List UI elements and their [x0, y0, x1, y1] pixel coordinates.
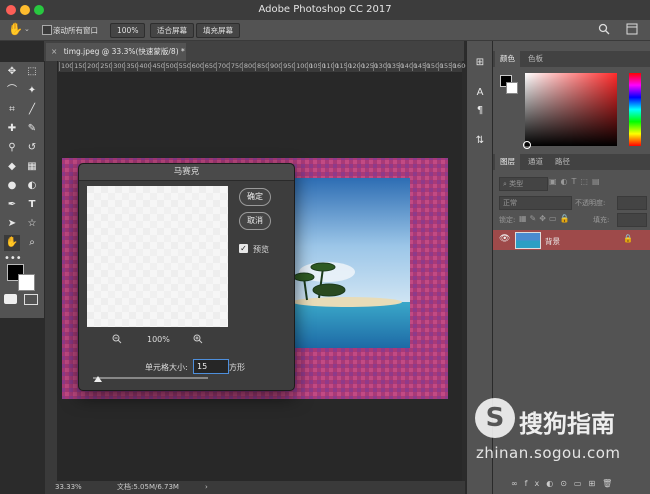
paragraph-panel-icon[interactable]: ¶ — [472, 103, 488, 119]
layers-panel-tabbar: 图层 通道 路径 — [493, 154, 650, 170]
eye-icon[interactable]: 👁 — [499, 234, 510, 244]
zoom-readout[interactable]: 33.33% — [55, 481, 82, 494]
color-picker-cursor[interactable] — [523, 141, 531, 149]
filter-preview[interactable] — [87, 186, 228, 327]
zoom-100-button[interactable]: 100% — [110, 23, 146, 38]
toolbox: ✥ ⬚ ⌒ ✦ ⌗ ╱ ✚ ✎ ⚲ ↺ ◆ ▦ ● ◐ ✒ T ➤ ☆ ✋ ⌕ … — [0, 62, 44, 318]
clone-stamp-tool-icon[interactable]: ⚲ — [4, 140, 20, 156]
close-tab-icon[interactable]: × — [51, 47, 57, 56]
zoom-tool-icon[interactable]: ⌕ — [24, 235, 40, 251]
cell-size-input[interactable]: 15 — [193, 359, 229, 374]
brush-tool-icon[interactable]: ✎ — [24, 121, 40, 137]
marquee-tool-icon[interactable]: ⬚ — [24, 64, 40, 80]
background-color-swatch[interactable] — [18, 274, 35, 291]
lock-icons[interactable]: ▦✎✥▭🔒 — [519, 214, 572, 223]
color-panel-tabbar: 颜色 色板 — [493, 51, 650, 67]
eyedropper-tool-icon[interactable]: ╱ — [24, 102, 40, 118]
zoom-out-icon[interactable] — [112, 334, 122, 346]
tab-color[interactable]: 颜色 — [495, 51, 520, 67]
search-icon: ⌕ — [503, 180, 507, 188]
cell-unit-label: 方形 — [229, 363, 245, 372]
scroll-all-label: 滚动所有窗口 — [53, 26, 98, 35]
magic-wand-tool-icon[interactable]: ✦ — [24, 83, 40, 99]
fill-input[interactable] — [617, 213, 647, 227]
document-tab-label: timg.jpeg @ 33.3%(快速蒙版/8) * — [63, 47, 185, 56]
tab-channels[interactable]: 通道 — [523, 154, 548, 170]
hand-tool-icon[interactable]: ✋ — [4, 235, 20, 251]
photo-sea — [292, 302, 410, 348]
dodge-tool-icon[interactable]: ◐ — [24, 178, 40, 194]
photo-beach — [292, 297, 402, 307]
hue-slider[interactable] — [629, 73, 641, 146]
cancel-button[interactable]: 取消 — [239, 212, 271, 230]
opacity-input[interactable] — [617, 196, 647, 210]
title-bar: Adobe Photoshop CC 2017 — [0, 0, 650, 21]
fill-screen-button[interactable]: 填充屏幕 — [196, 23, 240, 38]
document-info: 文档:5.05M/6.73M — [117, 483, 179, 491]
healing-brush-tool-icon[interactable]: ✚ — [4, 121, 20, 137]
watermark-url: zhinan.sogou.com — [476, 444, 621, 462]
opacity-label: 不透明度: — [575, 199, 606, 207]
lasso-tool-icon[interactable]: ⌒ — [4, 83, 20, 99]
history-brush-tool-icon[interactable]: ↺ — [24, 140, 40, 156]
zoom-in-icon[interactable] — [193, 334, 203, 346]
hand-tool-icon[interactable]: ✋ — [8, 22, 23, 36]
properties-panel-icon[interactable]: ⇅ — [472, 133, 488, 149]
photo-sky — [292, 178, 410, 302]
tab-swatches[interactable]: 色板 — [523, 51, 548, 67]
document-tabbar: × timg.jpeg @ 33.3%(快速蒙版/8) * — [44, 41, 464, 62]
search-icon[interactable] — [598, 23, 610, 37]
document-tab[interactable]: × timg.jpeg @ 33.3%(快速蒙版/8) * — [46, 43, 186, 61]
panel-background-swatch[interactable] — [506, 82, 518, 94]
fit-screen-button[interactable]: 适合屏幕 — [150, 23, 194, 38]
cell-size-label: 单元格大小: — [145, 363, 188, 372]
ok-button[interactable]: 确定 — [239, 188, 271, 206]
options-bar: ✋ ⌄ 滚动所有窗口 100% 适合屏幕 填充屏幕 — [0, 20, 650, 41]
color-picker-field[interactable] — [525, 73, 617, 146]
lock-icon: 🔒 — [623, 234, 633, 243]
fill-label: 填充: — [593, 216, 610, 224]
move-tool-icon[interactable]: ✥ — [4, 64, 20, 80]
eraser-tool-icon[interactable]: ◆ — [4, 159, 20, 175]
sogou-logo-icon: S — [475, 398, 515, 438]
lock-label: 锁定: — [499, 216, 516, 224]
status-menu-icon[interactable]: › — [205, 481, 208, 494]
screen-mode-icon[interactable] — [24, 294, 38, 305]
quick-mask-mode-icon[interactable] — [4, 294, 17, 304]
workspace-icon[interactable] — [626, 23, 638, 37]
preview-checkbox[interactable]: ✓ — [239, 244, 248, 253]
tab-layers[interactable]: 图层 — [495, 154, 520, 170]
blend-mode-select[interactable]: 正常 — [499, 196, 572, 210]
path-selection-tool-icon[interactable]: ➤ — [4, 216, 20, 232]
history-panel-icon[interactable]: ⊞ — [472, 55, 488, 71]
dialog-title: 马赛克 — [79, 164, 294, 181]
pen-tool-icon[interactable]: ✒ — [4, 197, 20, 213]
shape-tool-icon[interactable]: ☆ — [24, 216, 40, 232]
watermark-brand: 搜狗指南 — [519, 410, 615, 438]
scroll-all-checkbox[interactable] — [42, 25, 52, 35]
layer-name: 背景 — [545, 237, 560, 246]
cell-size-slider-track[interactable] — [93, 377, 208, 379]
gradient-tool-icon[interactable]: ▦ — [24, 159, 40, 175]
layer-filter-label: 类型 — [509, 180, 524, 188]
status-bar: 33.33% 文档:5.05M/6.73M › — [45, 481, 465, 494]
tool-preset-dropdown[interactable]: ⌄ — [24, 25, 30, 33]
crop-tool-icon[interactable]: ⌗ — [4, 102, 20, 118]
tab-paths[interactable]: 路径 — [550, 154, 575, 170]
layer-action-icons[interactable]: ∞fx◐⊙▭⊞🗑 — [511, 479, 619, 488]
type-tool-icon[interactable]: T — [24, 197, 40, 213]
preview-zoom-level: 100% — [147, 335, 170, 344]
character-panel-icon[interactable]: A — [472, 85, 488, 101]
layer-filter-icons[interactable]: ▣◐T⬚▤ — [549, 177, 604, 186]
mosaic-dialog: 马赛克 确定 取消 ✓ 预览 100% 单元格大小: 15 方形 — [78, 163, 295, 391]
layer-thumbnail — [515, 232, 541, 249]
layer-filter-select[interactable]: ⌕ 类型 — [499, 177, 548, 191]
preview-label: 预览 — [253, 245, 269, 254]
app-title: Adobe Photoshop CC 2017 — [258, 4, 392, 15]
cell-size-slider-thumb[interactable] — [94, 376, 102, 382]
layer-row[interactable]: 👁 背景 🔒 — [493, 230, 650, 250]
blur-tool-icon[interactable]: ● — [4, 178, 20, 194]
